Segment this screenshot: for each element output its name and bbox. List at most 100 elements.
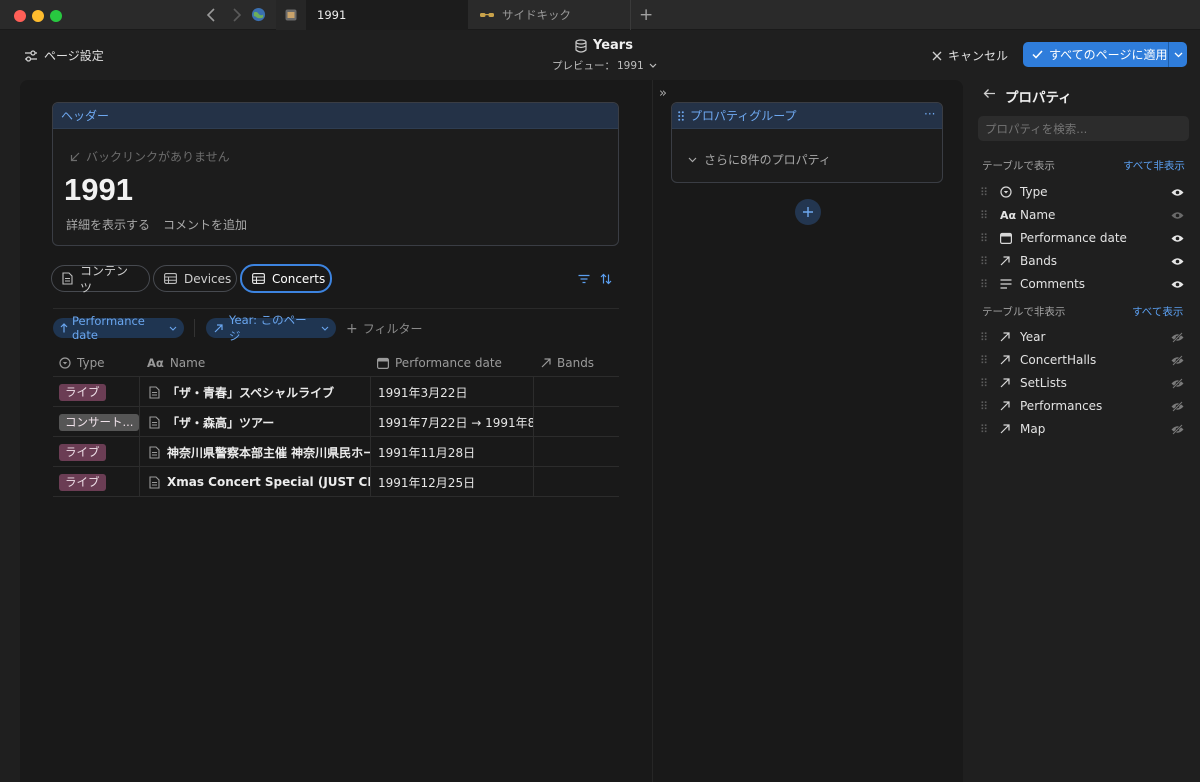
back-arrow-icon[interactable]	[205, 7, 219, 23]
table-row[interactable]: ライブ 神奈川県警察本部主催 神奈川県民ホール 1991年11月28日	[53, 437, 619, 467]
eye-off-icon[interactable]	[1171, 331, 1185, 343]
page-settings-button[interactable]: ページ設定	[24, 47, 104, 64]
drag-handle-icon[interactable]: ⠿	[980, 377, 990, 390]
property-label: SetLists	[1020, 376, 1067, 390]
drag-handle-icon[interactable]: ⠿	[980, 278, 990, 291]
drag-handle-icon[interactable]: ⠿	[980, 209, 990, 222]
table-row[interactable]: ライブ 「ザ・青春」スペシャルライブ 1991年3月22日	[53, 377, 619, 407]
eye-off-icon[interactable]	[1171, 423, 1185, 435]
tab-sidekick[interactable]: サイドキック	[468, 0, 631, 30]
more-properties-toggle[interactable]: さらに8件のプロパティ	[688, 151, 831, 168]
table-row[interactable]: ライブ Xmas Concert Special (JUST CHRISTMAS…	[53, 467, 619, 497]
apply-all-pages-button[interactable]: すべてのページに適用	[1023, 42, 1168, 67]
eye-icon[interactable]	[1171, 188, 1185, 197]
date-cell[interactable]: 1991年11月28日	[378, 437, 534, 467]
eye-off-icon[interactable]	[1171, 354, 1185, 366]
name-cell[interactable]: 「ザ・青春」スペシャルライブ	[149, 377, 371, 407]
zoom-window-button[interactable]	[50, 10, 62, 22]
type-cell[interactable]: ライブ	[59, 467, 139, 497]
column-label: Bands	[557, 356, 595, 370]
tab-1991[interactable]: 1991	[306, 0, 468, 30]
drag-handle-icon[interactable]: ⠿	[980, 354, 990, 367]
property-row-setlists[interactable]: ⠿ SetLists	[980, 373, 1185, 393]
drag-handle-icon[interactable]: ⠿	[980, 255, 990, 268]
property-label: Performances	[1020, 399, 1103, 413]
property-row-name[interactable]: ⠿ Aα Name	[980, 205, 1185, 225]
apply-options-dropdown[interactable]	[1168, 42, 1187, 67]
property-row-map[interactable]: ⠿ Map	[980, 419, 1185, 439]
forward-arrow-icon[interactable]	[229, 7, 243, 23]
eye-icon[interactable]	[1171, 234, 1185, 243]
eye-off-icon[interactable]	[1171, 400, 1185, 412]
property-row-performance-date[interactable]: ⠿ Performance date	[980, 228, 1185, 248]
close-window-button[interactable]	[14, 10, 26, 22]
cancel-button[interactable]: キャンセル	[932, 47, 1008, 64]
property-group-header: プロパティグループ	[672, 103, 942, 129]
relation-arrow-icon	[1000, 378, 1020, 388]
column-header-bands[interactable]: Bands	[541, 351, 594, 375]
tab-devices[interactable]: Devices	[153, 265, 237, 292]
more-options-icon[interactable]: ···	[924, 107, 935, 121]
property-row-year[interactable]: ⠿ Year	[980, 327, 1185, 347]
chevron-down-icon	[321, 326, 329, 331]
type-cell[interactable]: コンサート...	[59, 407, 139, 437]
relation-arrow-icon	[1000, 401, 1020, 411]
sidekick-icon	[480, 11, 494, 19]
drag-handle-icon[interactable]: ⠿	[980, 400, 990, 413]
property-row-concerthalls[interactable]: ⠿ ConcertHalls	[980, 350, 1185, 370]
year-filter-chip[interactable]: Year: このページ	[206, 313, 336, 343]
type-tag: ライブ	[59, 383, 106, 401]
drag-handle-icon[interactable]: ⠿	[980, 232, 990, 245]
eye-off-icon[interactable]	[1171, 377, 1185, 389]
type-cell[interactable]: ライブ	[59, 377, 139, 407]
date-cell[interactable]: 1991年3月22日	[378, 377, 534, 407]
date-cell[interactable]: 1991年12月25日	[378, 467, 534, 497]
property-row-bands[interactable]: ⠿ Bands	[980, 251, 1185, 271]
add-filter-button[interactable]: + フィルター	[346, 320, 423, 337]
preview-selector[interactable]: プレビュー： 1991	[552, 58, 657, 73]
type-cell[interactable]: ライブ	[59, 437, 139, 467]
sort-chip[interactable]: Performance date	[53, 314, 184, 342]
new-tab-button[interactable]: +	[639, 5, 653, 25]
property-row-performances[interactable]: ⠿ Performances	[980, 396, 1185, 416]
drag-handle-icon[interactable]: ⠿	[980, 331, 990, 344]
collapse-panel-icon[interactable]: »	[659, 86, 667, 101]
name-cell[interactable]: 神奈川県警察本部主催 神奈川県民ホール	[149, 437, 371, 467]
drag-handle-icon[interactable]: ⠿	[980, 186, 990, 199]
add-comment-link[interactable]: コメントを追加	[163, 216, 247, 233]
property-search-input[interactable]	[978, 116, 1189, 141]
back-arrow-icon[interactable]	[983, 88, 996, 99]
globe-icon[interactable]	[251, 7, 266, 22]
drag-handle-icon[interactable]	[678, 110, 684, 121]
hide-all-button[interactable]: すべて非表示	[1123, 158, 1185, 173]
eye-icon[interactable]	[1171, 257, 1185, 266]
show-all-button[interactable]: すべて表示	[1132, 304, 1183, 319]
tab-contents[interactable]: コンテンツ	[51, 264, 150, 295]
drag-handle-icon[interactable]: ⠿	[980, 423, 990, 436]
tab-concerts[interactable]: Concerts	[240, 264, 332, 293]
property-row-comments[interactable]: ⠿ Comments	[980, 274, 1185, 294]
name-cell[interactable]: Xmas Concert Special (JUST CHRISTMAS)	[149, 467, 371, 497]
add-group-button[interactable]	[795, 199, 821, 225]
column-header-type[interactable]: Type	[59, 351, 105, 375]
sort-icon[interactable]	[600, 273, 612, 285]
cancel-label: キャンセル	[948, 49, 1009, 63]
chevron-down-icon	[649, 63, 657, 69]
status-icon	[59, 357, 71, 369]
backlinks-row[interactable]: バックリンクがありません	[70, 148, 230, 165]
column-header-performance-date[interactable]: Performance date	[377, 351, 502, 375]
column-header-name[interactable]: Aα Name	[147, 351, 205, 375]
table-row[interactable]: コンサート... 「ザ・森高」ツアー 1991年7月22日 → 1991年8月	[53, 407, 619, 437]
filter-icon[interactable]	[578, 274, 590, 284]
show-details-link[interactable]: 詳細を表示する	[66, 216, 150, 233]
database-icon	[575, 38, 587, 53]
date-cell[interactable]: 1991年7月22日 → 1991年8月	[378, 407, 534, 437]
minimize-window-button[interactable]	[32, 10, 44, 22]
property-group-card[interactable]: プロパティグループ	[671, 102, 943, 183]
tab-page-thumbnail[interactable]	[276, 0, 306, 30]
name-cell[interactable]: 「ザ・森高」ツアー	[149, 407, 371, 437]
text-icon: Aα	[147, 356, 164, 370]
eye-icon[interactable]	[1171, 280, 1185, 289]
type-tag: ライブ	[59, 473, 106, 491]
property-row-type[interactable]: ⠿ Type	[980, 182, 1185, 202]
